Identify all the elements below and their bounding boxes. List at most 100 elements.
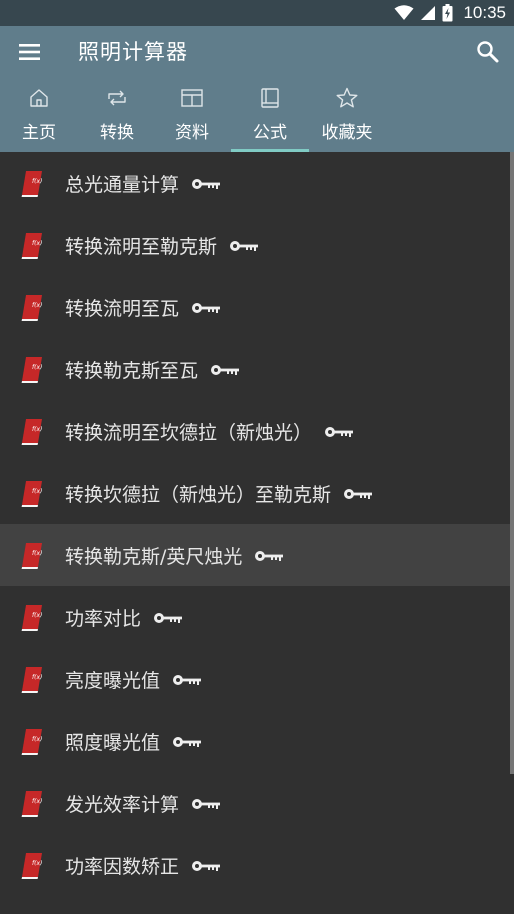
table-icon (181, 89, 203, 107)
list-item-text: 功率因数矫正 (65, 856, 180, 878)
tab-data-label: 资料 (175, 123, 209, 143)
formula-list: f(x) 总光通量计算 f(x) 转换流明至勒克斯 f(x) 转换流明至瓦 f(x) 转换勒克… (0, 152, 514, 914)
key-icon (191, 173, 221, 195)
formula-book-icon: f(x) (20, 479, 44, 511)
tab-formulas[interactable]: 公式 (231, 82, 309, 152)
tab-bar: 主页 转换 资料 公式 收藏夹 (0, 82, 514, 152)
hamburger-menu-icon (19, 44, 40, 60)
list-item[interactable]: f(x) 亮度曝光值 (0, 648, 514, 710)
list-item-text: 照度曝光值 (65, 732, 161, 754)
formula-book-icon: f(x) (20, 603, 44, 635)
formula-book-icon: f(x) (20, 789, 44, 821)
formula-book-icon: f(x) (20, 665, 44, 697)
svg-text:f(x): f(x) (32, 798, 42, 805)
list-item-label: 转换流明至瓦 (65, 294, 221, 321)
tab-convert-label: 转换 (100, 123, 134, 143)
home-icon (30, 89, 48, 107)
status-icons: 10:35 (394, 2, 506, 24)
list-item-label: 功率对比 (65, 604, 183, 631)
menu-button[interactable] (14, 38, 48, 66)
book-icon (261, 88, 279, 108)
status-time: 10:35 (463, 3, 506, 22)
list-item[interactable]: f(x) 转换勒克斯至瓦 (0, 338, 514, 400)
list-item-label: 功率因数矫正 (65, 852, 221, 879)
svg-text:f(x): f(x) (32, 178, 42, 185)
tab-home-label: 主页 (22, 123, 56, 143)
list-item-text: 转换坎德拉（新烛光）至勒克斯 (65, 484, 332, 506)
search-button[interactable] (474, 38, 502, 66)
key-icon (324, 421, 354, 443)
tab-home[interactable]: 主页 (0, 82, 78, 152)
wifi-icon (394, 5, 414, 20)
tab-favorites-label: 收藏夹 (321, 123, 373, 143)
list-item-label: 转换勒克斯/英尺烛光 (65, 542, 284, 569)
svg-text:f(x): f(x) (32, 860, 42, 867)
list-item[interactable]: f(x) 转换流明至坎德拉（新烛光） (0, 400, 514, 462)
key-icon (172, 669, 202, 691)
key-icon (172, 731, 202, 753)
formula-book-icon: f(x) (20, 169, 44, 201)
list-item-label: 转换勒克斯至瓦 (65, 356, 240, 383)
list-item-text: 发光效率计算 (65, 794, 180, 816)
list-item-text: 功率对比 (65, 608, 142, 630)
key-icon (153, 607, 183, 629)
app-bar: 照明计算器 主页 转换 资料 公式 收藏夹 (0, 26, 514, 152)
list-item[interactable]: f(x) 照度曝光值 (0, 710, 514, 772)
list-item-text: 转换流明至瓦 (65, 298, 180, 320)
list-item-text: 转换勒克斯/英尺烛光 (65, 546, 243, 568)
list-item[interactable]: f(x) 转换流明至瓦 (0, 276, 514, 338)
key-icon (254, 545, 284, 567)
formula-book-icon: f(x) (20, 541, 44, 573)
app-title: 照明计算器 (78, 40, 188, 64)
scrollbar[interactable] (510, 152, 514, 774)
formula-book-icon: f(x) (20, 293, 44, 325)
key-icon (343, 483, 373, 505)
list-item-text: 转换流明至勒克斯 (65, 236, 218, 258)
battery-icon (442, 4, 453, 22)
list-item[interactable]: f(x) 功率对比 (0, 586, 514, 648)
formula-book-icon: f(x) (20, 851, 44, 883)
formula-book-icon: f(x) (20, 355, 44, 387)
svg-text:f(x): f(x) (32, 302, 42, 309)
list-item[interactable]: f(x) 功率因数矫正 (0, 834, 514, 896)
repeat-icon (108, 90, 126, 106)
list-item-label: 照度曝光值 (65, 728, 202, 755)
list-item-label: 总光通量计算 (65, 170, 221, 197)
formula-book-icon: f(x) (20, 417, 44, 449)
svg-text:f(x): f(x) (32, 550, 42, 557)
tab-convert[interactable]: 转换 (78, 82, 156, 152)
list-item-label: 发光效率计算 (65, 790, 221, 817)
svg-text:f(x): f(x) (32, 488, 42, 495)
list-item[interactable]: f(x) 总光通量计算 (0, 152, 514, 214)
list-item[interactable]: f(x) 转换流明至勒克斯 (0, 214, 514, 276)
svg-text:f(x): f(x) (32, 612, 42, 619)
list-item[interactable]: f(x) 发光效率计算 (0, 772, 514, 834)
list-item-label: 转换坎德拉（新烛光）至勒克斯 (65, 480, 373, 507)
svg-text:f(x): f(x) (32, 364, 42, 371)
formula-book-icon: f(x) (20, 231, 44, 263)
key-icon (191, 855, 221, 877)
key-icon (191, 297, 221, 319)
list-item-text: 转换勒克斯至瓦 (65, 360, 199, 382)
status-bar: 10:35 (0, 0, 514, 26)
list-item-label: 亮度曝光值 (65, 666, 202, 693)
svg-text:f(x): f(x) (32, 736, 42, 743)
signal-icon (421, 6, 436, 20)
list-item-text: 转换流明至坎德拉（新烛光） (65, 422, 313, 444)
svg-text:f(x): f(x) (32, 674, 42, 681)
tab-favorites[interactable]: 收藏夹 (308, 82, 386, 152)
svg-text:f(x): f(x) (32, 240, 42, 247)
search-icon (477, 41, 499, 63)
key-icon (191, 793, 221, 815)
star-icon (336, 87, 358, 108)
tab-data[interactable]: 资料 (153, 82, 231, 152)
list-item-label: 转换流明至勒克斯 (65, 232, 259, 259)
list-item[interactable]: f(x) 转换勒克斯/英尺烛光 (0, 524, 514, 586)
list-item[interactable]: f(x) 转换坎德拉（新烛光）至勒克斯 (0, 462, 514, 524)
key-icon (210, 359, 240, 381)
list-item-text: 总光通量计算 (65, 174, 180, 196)
list-item-text: 亮度曝光值 (65, 670, 161, 692)
tab-formulas-label: 公式 (253, 123, 287, 143)
svg-text:f(x): f(x) (32, 426, 42, 433)
key-icon (229, 235, 259, 257)
